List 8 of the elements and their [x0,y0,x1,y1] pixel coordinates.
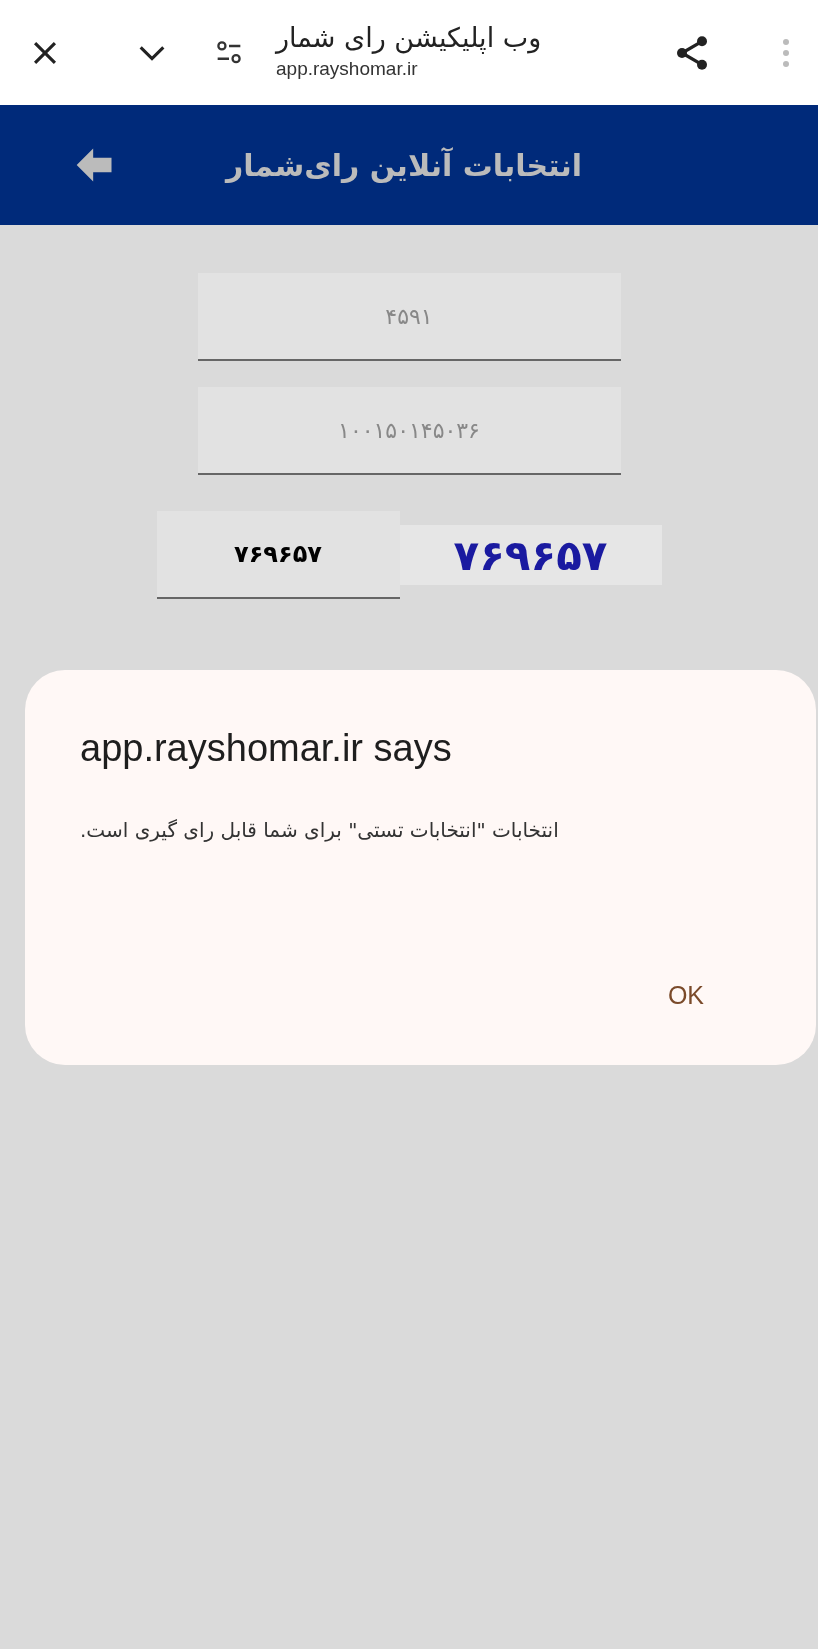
captcha-image: ۷۶۹۶۵۷ [399,525,662,585]
app-title: انتخابات آنلاین رای‌شمار [223,146,583,185]
captcha-input-field[interactable]: ۷۶۹۶۵۷ [156,511,400,599]
ok-button[interactable]: OK [655,970,716,1020]
dialog-title: app.rayshomar.ir says [80,726,453,771]
page-url: app.rayshomar.ir [276,57,418,82]
page-title: وب اپلیکیشن رای شمار [276,21,542,56]
dialog-message: انتخابات "انتخابات تستی" برای شما قابل رای گیری است. [80,817,559,844]
